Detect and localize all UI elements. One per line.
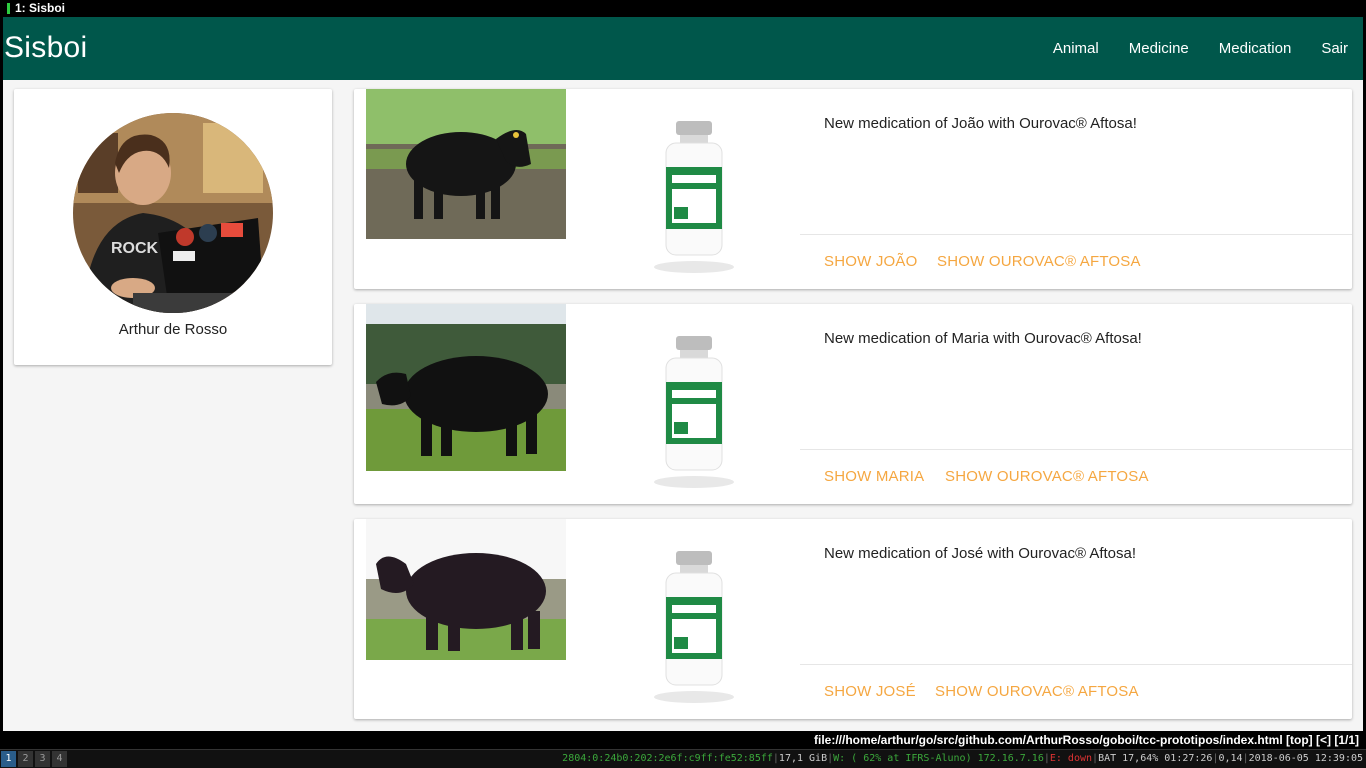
animal-photo[interactable] (366, 519, 566, 660)
show-medicine-link[interactable]: SHOW OUROVAC® AFTOSA (945, 468, 1149, 485)
show-animal-link[interactable]: SHOW JOSÉ (824, 683, 916, 700)
main-nav: Animal Medicine Medication Sair (1038, 17, 1363, 80)
medicine-photo[interactable] (634, 117, 754, 277)
profile-name: Arthur de Rosso (118, 321, 228, 338)
workspace-3[interactable]: 3 (35, 751, 50, 767)
nav-logout[interactable]: Sair (1306, 17, 1363, 80)
card-actions: SHOW JOÃO SHOW OUROVAC® AFTOSA (800, 234, 1352, 289)
medicine-photo[interactable] (634, 547, 754, 707)
window-title-bar: 1: Sisboi (0, 0, 1366, 17)
memory-usage: 17,1 GiB (778, 753, 828, 764)
app-bar: Sisboi Animal Medicine Medication Sair (3, 17, 1363, 80)
ethernet-status: E: down (1049, 753, 1093, 764)
window-title: 1: Sisboi (15, 1, 66, 15)
wifi-status: W: ( 62% at IFRS-Aluno) 172.16.7.16 (833, 753, 1044, 764)
medication-text: New medication of Maria with Ourovac® Af… (824, 330, 1142, 347)
card-actions: SHOW MARIA SHOW OUROVAC® AFTOSA (800, 449, 1352, 504)
ipv6-address: 2804:0:24b0:202:2e6f:c9ff:fe52:85ff (562, 753, 773, 764)
avatar: ROCK (73, 113, 273, 313)
system-status: 2804:0:24b0:202:2e6f:c9ff:fe52:85ff|17,1… (562, 753, 1363, 764)
medication-card: New medication of Maria with Ourovac® Af… (354, 304, 1352, 504)
medicine-photo[interactable] (634, 332, 754, 492)
medication-text: New medication of José with Ourovac® Aft… (824, 545, 1137, 562)
workspace-2[interactable]: 2 (18, 751, 33, 767)
workspace-4[interactable]: 4 (52, 751, 67, 767)
animal-photo[interactable] (366, 304, 566, 471)
app-brand[interactable]: Sisboi (4, 31, 88, 65)
nav-medication[interactable]: Medication (1204, 17, 1307, 80)
battery-status: BAT 17,64% 01:27:26 (1098, 753, 1213, 764)
nav-animal[interactable]: Animal (1038, 17, 1114, 80)
animal-photo[interactable] (366, 89, 566, 239)
nav-medicine[interactable]: Medicine (1114, 17, 1204, 80)
browser-status-line: file:///home/arthur/go/src/github.com/Ar… (3, 731, 1363, 749)
profile-card: ROCK Arthur de Rosso (14, 89, 332, 365)
show-medicine-link[interactable]: SHOW OUROVAC® AFTOSA (935, 683, 1139, 700)
browser-viewport: Sisboi Animal Medicine Medication Sair R… (3, 17, 1363, 731)
datetime: 2018-06-05 12:39:05 (1248, 753, 1363, 764)
show-animal-link[interactable]: SHOW MARIA (824, 468, 924, 485)
window-focus-marker (7, 3, 10, 14)
wm-status-bar: 1 2 3 4 2804:0:24b0:202:2e6f:c9ff:fe52:8… (0, 749, 1366, 768)
svg-text:ROCK: ROCK (111, 240, 159, 257)
card-actions: SHOW JOSÉ SHOW OUROVAC® AFTOSA (800, 664, 1352, 719)
show-animal-link[interactable]: SHOW JOÃO (824, 253, 917, 270)
medication-card: New medication of José with Ourovac® Aft… (354, 519, 1352, 719)
medication-text: New medication of João with Ourovac® Aft… (824, 115, 1137, 132)
workspace-1[interactable]: 1 (1, 751, 16, 767)
show-medicine-link[interactable]: SHOW OUROVAC® AFTOSA (937, 253, 1141, 270)
medication-card: New medication of João with Ourovac® Aft… (354, 89, 1352, 289)
load-average: 0,14 (1218, 753, 1243, 764)
